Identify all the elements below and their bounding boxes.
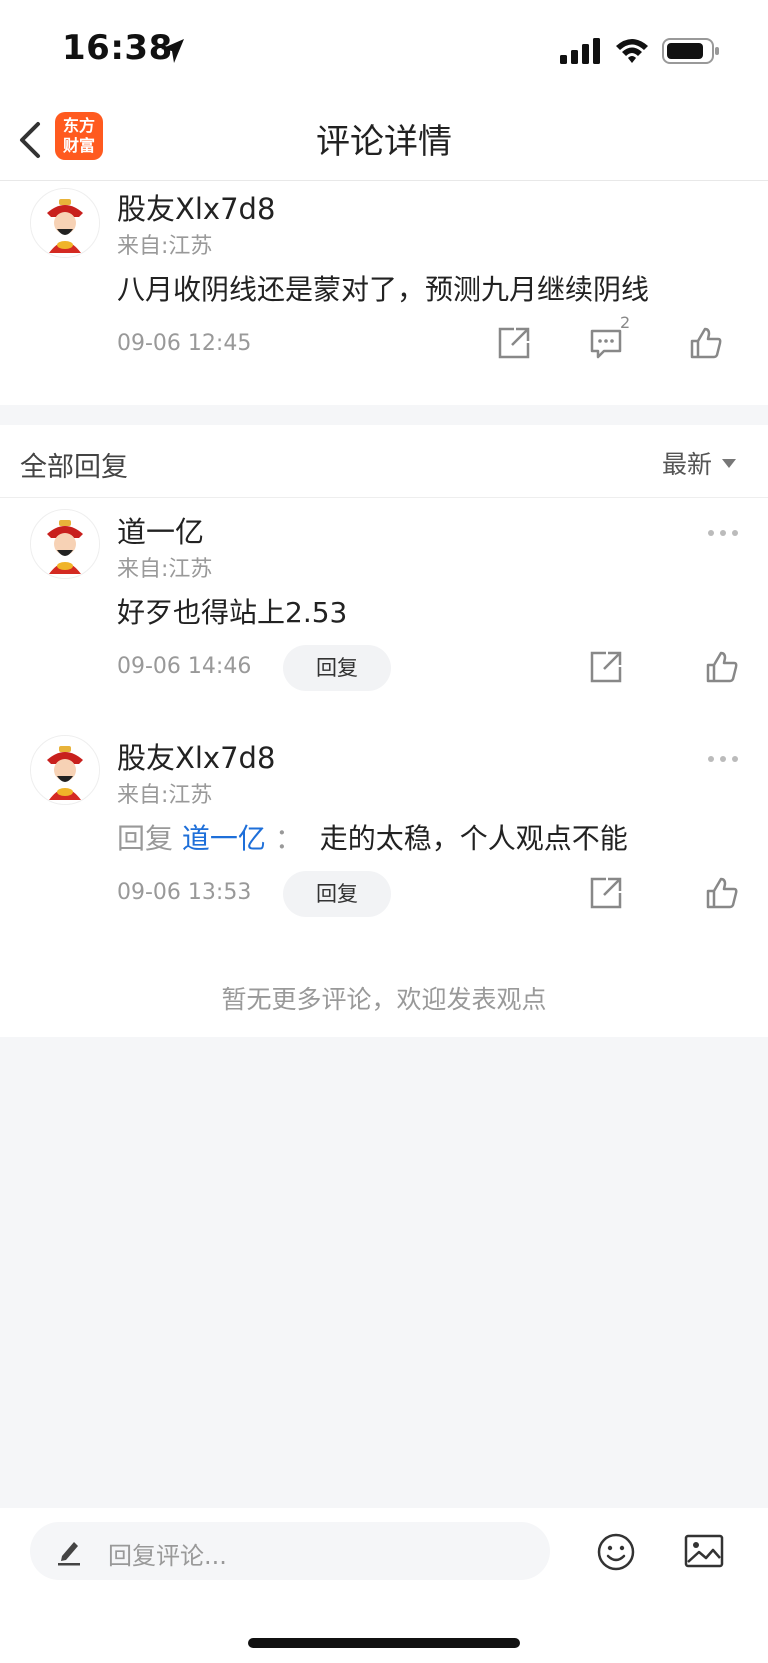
main-comment-username[interactable]: 股友Xlx7d8	[117, 186, 275, 228]
replies-header: 全部回复 最新	[0, 425, 768, 498]
more-dots-icon[interactable]	[706, 527, 740, 539]
reply-button[interactable]: 回复	[283, 871, 391, 917]
reply-content: 好歹也得站上2.53	[117, 596, 348, 629]
main-comment-content: 八月收阴线还是蒙对了，预测九月继续阴线	[117, 273, 650, 306]
avatar[interactable]	[30, 735, 100, 805]
pencil-icon	[58, 1542, 80, 1566]
image-icon[interactable]	[684, 1534, 724, 1568]
reply-time: 09-06 13:53	[117, 880, 252, 905]
thumbs-up-icon[interactable]	[704, 649, 740, 685]
navigation-bar: 东方 财富 评论详情	[0, 100, 768, 181]
reply-prefix: 回复	[117, 822, 174, 855]
reply-time: 09-06 14:46	[117, 654, 252, 679]
reply-count-badge: 2	[620, 313, 631, 332]
replies-section: 全部回复 最新 道一亿 来自:江苏 好歹也得站上2.53 09-06 14:46…	[0, 425, 768, 1037]
caret-down-icon	[722, 458, 736, 468]
cellular-signal-icon	[560, 38, 600, 64]
avatar[interactable]	[30, 509, 100, 579]
reply-text: 走的太稳，个人观点不能	[319, 822, 628, 855]
emoji-icon[interactable]	[596, 1532, 636, 1572]
reply-button[interactable]: 回复	[283, 645, 391, 691]
page-title: 评论详情	[316, 122, 452, 162]
status-time: 16:38	[62, 28, 173, 68]
more-dots-icon[interactable]	[706, 753, 740, 765]
reply-origin: 来自:江苏	[117, 557, 213, 582]
share-icon[interactable]	[588, 875, 624, 911]
sort-label: 最新	[661, 450, 712, 479]
main-comment-time: 09-06 12:45	[117, 331, 252, 356]
fortune-god-avatar-icon	[31, 510, 99, 578]
sort-dropdown[interactable]: 最新	[662, 445, 736, 481]
share-icon[interactable]	[496, 325, 532, 361]
reply-content: 回复 道一亿 ： 走的太稳，个人观点不能	[117, 817, 628, 857]
battery-icon	[662, 38, 719, 64]
reply-username[interactable]: 道一亿	[117, 509, 204, 551]
reply-username[interactable]: 股友Xlx7d8	[117, 735, 275, 777]
reply-input[interactable]: 回复评论...	[30, 1522, 550, 1580]
avatar[interactable]	[30, 188, 100, 258]
thumbs-up-icon[interactable]	[688, 325, 724, 361]
location-arrow-icon	[161, 39, 184, 63]
reply-input-placeholder: 回复评论...	[108, 1542, 227, 1570]
wifi-icon	[616, 39, 648, 63]
fortune-god-avatar-icon	[31, 736, 99, 804]
thumbs-up-icon[interactable]	[704, 875, 740, 911]
share-icon[interactable]	[588, 649, 624, 685]
bottom-reply-bar: 回复评论...	[0, 1508, 768, 1663]
fortune-god-avatar-icon	[31, 189, 99, 257]
main-comment-origin: 来自:江苏	[117, 234, 213, 259]
home-indicator[interactable]	[248, 1638, 520, 1648]
mention-link[interactable]: 道一亿	[182, 822, 266, 855]
no-more-comments: 暂无更多评论，欢迎发表观点	[221, 985, 547, 1014]
replies-title: 全部回复	[20, 452, 128, 483]
reply-origin: 来自:江苏	[117, 783, 213, 808]
status-bar: 16:38	[0, 0, 768, 100]
comment-icon[interactable]	[588, 325, 624, 361]
main-comment-card: 股友Xlx7d8 来自:江苏 八月收阴线还是蒙对了，预测九月继续阴线 09-06…	[0, 181, 768, 405]
reply-colon: ：	[274, 822, 303, 855]
